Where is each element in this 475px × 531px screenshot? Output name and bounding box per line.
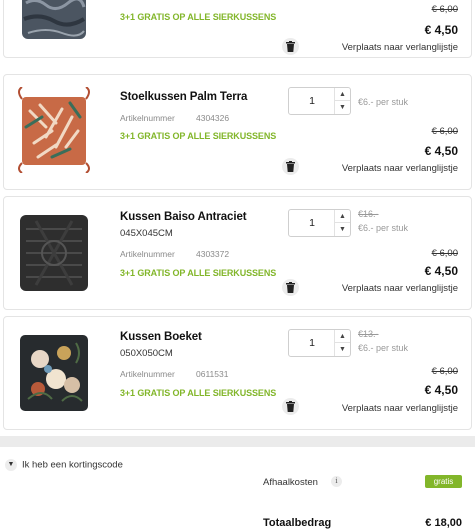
promo-text: 3+1 GRATIS OP ALLE SIERKUSSENS [120, 388, 277, 398]
unit-old-price: €16.- [358, 209, 379, 219]
cart-item: 3+1 GRATIS OP ALLE SIERKUSSENS € 6,00 € … [3, 0, 472, 58]
section-divider [0, 436, 475, 447]
total-price: € 4,50 [424, 23, 458, 37]
quantity-input[interactable]: 1 [289, 337, 335, 349]
chevron-down-icon[interactable]: ▼ [335, 223, 350, 236]
old-total-price: € 6,00 [431, 4, 458, 15]
total-price: € 4,50 [424, 264, 458, 278]
product-image[interactable] [16, 87, 92, 173]
product-image[interactable] [16, 209, 92, 297]
product-name[interactable]: Kussen Baiso Antraciet [120, 211, 247, 223]
unit-price: €6.- per stuk [358, 343, 409, 353]
product-image[interactable] [16, 0, 92, 45]
article-number: 4304326 [196, 113, 230, 123]
product-image[interactable] [16, 329, 92, 417]
article-number-label: Artikelnummer [120, 249, 175, 259]
chevron-up-icon[interactable]: ▲ [335, 330, 350, 343]
product-name[interactable]: Stoelkussen Palm Terra [120, 91, 247, 103]
cart-item: Kussen Baiso Antraciet 045X045CM Artikel… [3, 196, 472, 310]
article-number-label: Artikelnummer [120, 113, 175, 123]
trash-icon[interactable] [282, 158, 299, 175]
coupon-toggle[interactable]: ▼ Ik heb een kortingscode [5, 459, 123, 471]
old-total-price: € 6,00 [431, 126, 458, 137]
chevron-up-icon[interactable]: ▲ [335, 88, 350, 101]
unit-price: €6.- per stuk [358, 223, 409, 233]
total-label: Totaalbedrag [263, 517, 332, 529]
quantity-stepper: 1 ▲ ▼ [288, 209, 351, 237]
move-to-wishlist-link[interactable]: Verplaats naar verlanglijstje [342, 403, 458, 414]
move-to-wishlist-link[interactable]: Verplaats naar verlanglijstje [342, 283, 458, 294]
trash-icon[interactable] [282, 398, 299, 415]
info-icon[interactable]: i [331, 476, 342, 487]
product-dimensions: 045X045CM [120, 228, 173, 239]
unit-price: €6.- per stuk [358, 97, 409, 107]
article-number: 4303372 [196, 249, 230, 259]
move-to-wishlist-link[interactable]: Verplaats naar verlanglijstje [342, 42, 458, 53]
cart-item: Stoelkussen Palm Terra Artikelnummer 430… [3, 74, 472, 190]
total-price: € 4,50 [424, 383, 458, 397]
promo-text: 3+1 GRATIS OP ALLE SIERKUSSENS [120, 268, 277, 278]
unit-old-price: €13.- [358, 329, 379, 339]
article-number: 0611531 [196, 369, 229, 379]
chevron-up-icon[interactable]: ▲ [335, 210, 350, 223]
quantity-stepper: 1 ▲ ▼ [288, 329, 351, 357]
pickup-costs-badge: gratis [425, 475, 462, 488]
product-name[interactable]: Kussen Boeket [120, 331, 202, 343]
old-total-price: € 6,00 [431, 366, 458, 377]
chevron-down-icon[interactable]: ▼ [335, 101, 350, 114]
total-price: € 4,50 [424, 144, 458, 158]
quantity-input[interactable]: 1 [289, 95, 335, 107]
chevron-down-icon[interactable]: ▼ [335, 343, 350, 356]
quantity-stepper: 1 ▲ ▼ [288, 87, 351, 115]
old-total-price: € 6,00 [431, 248, 458, 259]
coupon-label: Ik heb een kortingscode [22, 459, 123, 471]
total-value: € 18,00 [425, 517, 462, 529]
pickup-costs-label: Afhaalkosten [263, 477, 318, 488]
product-dimensions: 050X050CM [120, 348, 173, 359]
quantity-input[interactable]: 1 [289, 217, 335, 229]
trash-icon[interactable] [282, 279, 299, 296]
promo-text: 3+1 GRATIS OP ALLE SIERKUSSENS [120, 12, 277, 22]
chevron-down-icon: ▼ [5, 459, 17, 471]
trash-icon[interactable] [282, 38, 299, 55]
article-number-label: Artikelnummer [120, 369, 175, 379]
move-to-wishlist-link[interactable]: Verplaats naar verlanglijstje [342, 163, 458, 174]
promo-text: 3+1 GRATIS OP ALLE SIERKUSSENS [120, 131, 277, 141]
cart-item: Kussen Boeket 050X050CM Artikelnummer 06… [3, 316, 472, 430]
